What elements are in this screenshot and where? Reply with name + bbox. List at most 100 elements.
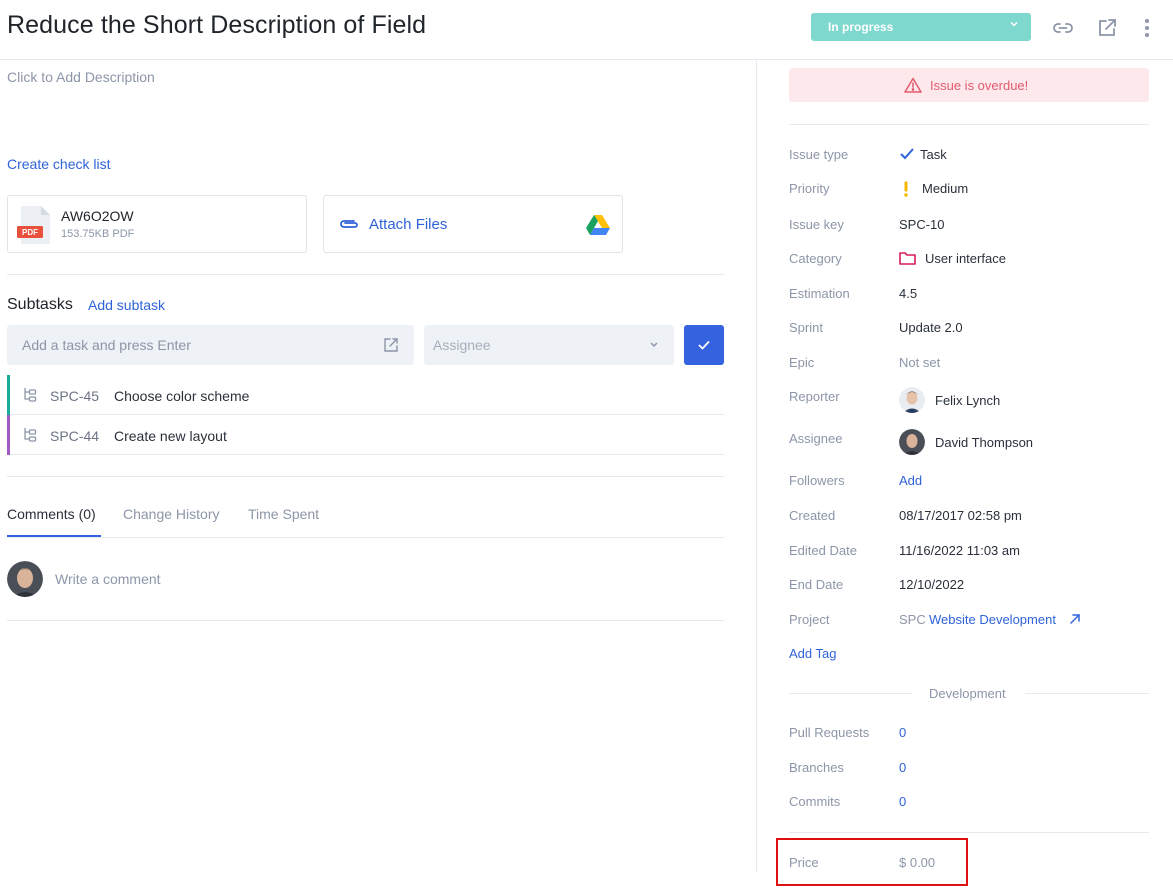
subtask-key: SPC-44 xyxy=(50,428,100,444)
assignee-avatar xyxy=(899,429,925,455)
issue-key-value: SPC-10 xyxy=(899,217,945,232)
attachment-meta: 153.75KB PDF xyxy=(61,228,135,240)
issue-type-value[interactable]: Task xyxy=(920,147,947,162)
followers-label: Followers xyxy=(789,473,845,488)
project-link[interactable]: Website Development xyxy=(929,612,1056,627)
priority-exclamation-icon xyxy=(904,181,908,197)
pdf-file-icon: PDF xyxy=(17,206,50,244)
attachment-name: AW6O2OW xyxy=(61,208,134,224)
priority-label: Priority xyxy=(789,181,830,196)
branches-label: Branches xyxy=(789,760,844,775)
check-icon xyxy=(698,340,710,350)
reporter-label: Reporter xyxy=(789,389,840,404)
paperclip-icon xyxy=(340,220,358,228)
open-external-icon[interactable] xyxy=(1095,16,1119,40)
comment-input[interactable]: Write a comment xyxy=(55,571,161,587)
category-label: Category xyxy=(789,251,842,266)
edited-date-value: 11/16/2022 11:03 am xyxy=(899,543,1020,558)
warning-icon xyxy=(904,77,922,93)
attach-files-label: Attach Files xyxy=(369,216,448,233)
section-divider xyxy=(7,620,724,621)
section-divider xyxy=(7,274,724,275)
attachment-card[interactable]: PDF AW6O2OW 153.75KB PDF xyxy=(7,195,307,253)
end-date-value[interactable]: 12/10/2022 xyxy=(899,577,964,592)
branches-count[interactable]: 0 xyxy=(899,760,906,775)
subtask-name: Choose color scheme xyxy=(114,388,250,404)
subtask-assignee-select[interactable]: Assignee xyxy=(424,325,674,365)
sidebar-divider xyxy=(789,832,1149,833)
create-checklist-link[interactable]: Create check list xyxy=(7,156,110,172)
development-heading: Development xyxy=(929,686,1006,701)
assignee-label: Assignee xyxy=(789,431,843,446)
issue-type-label: Issue type xyxy=(789,147,849,162)
sprint-value[interactable]: Update 2.0 xyxy=(899,320,963,335)
development-divider xyxy=(789,693,912,694)
pull-requests-count[interactable]: 0 xyxy=(899,725,906,740)
confirm-subtask-button[interactable] xyxy=(684,325,724,365)
subtask-icon xyxy=(24,388,37,402)
overdue-banner: Issue is overdue! xyxy=(789,68,1149,102)
sidebar-divider xyxy=(789,124,1149,125)
priority-value[interactable]: Medium xyxy=(922,181,968,196)
add-tag-link[interactable]: Add Tag xyxy=(789,646,836,661)
subtasks-heading: Subtasks xyxy=(7,296,73,313)
assignee-placeholder: Assignee xyxy=(433,337,491,353)
epic-value[interactable]: Not set xyxy=(899,355,940,370)
folder-icon xyxy=(899,252,916,265)
add-subtask-link[interactable]: Add subtask xyxy=(88,297,165,313)
commits-label: Commits xyxy=(789,794,841,809)
avatar xyxy=(7,561,43,597)
epic-label: Epic xyxy=(789,355,815,370)
commits-count[interactable]: 0 xyxy=(899,794,906,809)
status-dropdown[interactable]: In progress xyxy=(811,13,1031,41)
reporter-avatar xyxy=(899,387,925,413)
price-highlight-box xyxy=(776,838,968,886)
open-external-icon[interactable] xyxy=(383,337,399,353)
link-icon[interactable] xyxy=(1051,16,1075,40)
sprint-label: Sprint xyxy=(789,320,823,335)
estimation-label: Estimation xyxy=(789,286,850,301)
reporter-value[interactable]: Felix Lynch xyxy=(935,393,1000,408)
overdue-text: Issue is overdue! xyxy=(930,78,1029,93)
arrow-up-right-icon[interactable] xyxy=(1069,613,1081,625)
created-value: 08/17/2017 02:58 pm xyxy=(899,508,1022,523)
subtask-key: SPC-45 xyxy=(50,388,100,404)
edited-date-label: Edited Date xyxy=(789,543,857,558)
header: Reduce the Short Description of Field In… xyxy=(0,0,1173,60)
tab-time-spent[interactable]: Time Spent xyxy=(248,506,319,522)
active-tab-indicator xyxy=(7,535,101,537)
svg-text:PDF: PDF xyxy=(22,228,38,237)
chevron-down-icon xyxy=(650,342,658,348)
subtask-color-bar xyxy=(7,375,10,415)
subtask-input[interactable] xyxy=(7,325,414,365)
tab-comments[interactable]: Comments (0) xyxy=(7,506,96,522)
project-prefix: SPC xyxy=(899,612,926,627)
check-icon xyxy=(900,148,914,160)
subtask-icon xyxy=(24,428,37,442)
development-divider xyxy=(1025,693,1149,694)
add-follower-link[interactable]: Add xyxy=(899,473,922,488)
end-date-label: End Date xyxy=(789,577,844,592)
tabs-divider xyxy=(7,537,724,538)
assignee-value[interactable]: David Thompson xyxy=(935,435,1033,450)
subtask-name: Create new layout xyxy=(114,428,227,444)
panel-divider xyxy=(756,60,757,872)
created-label: Created xyxy=(789,508,836,523)
attach-files-button[interactable]: Attach Files xyxy=(323,195,623,253)
pull-requests-label: Pull Requests xyxy=(789,725,870,740)
subtask-row[interactable]: SPC-45 Choose color scheme xyxy=(7,375,724,415)
project-label: Project xyxy=(789,612,830,627)
section-divider xyxy=(7,476,724,477)
subtask-row[interactable]: SPC-44 Create new layout xyxy=(7,415,724,455)
status-label: In progress xyxy=(828,20,894,34)
more-vertical-icon[interactable] xyxy=(1135,16,1159,40)
subtask-color-bar xyxy=(7,415,10,455)
estimation-value[interactable]: 4.5 xyxy=(899,286,917,301)
google-drive-icon[interactable] xyxy=(586,214,610,236)
issue-title[interactable]: Reduce the Short Description of Field xyxy=(7,11,426,40)
tab-change-history[interactable]: Change History xyxy=(123,506,220,522)
issue-key-label: Issue key xyxy=(789,217,844,232)
chevron-down-icon xyxy=(1010,21,1018,27)
category-value[interactable]: User interface xyxy=(925,251,1006,266)
description-placeholder[interactable]: Click to Add Description xyxy=(7,69,155,85)
